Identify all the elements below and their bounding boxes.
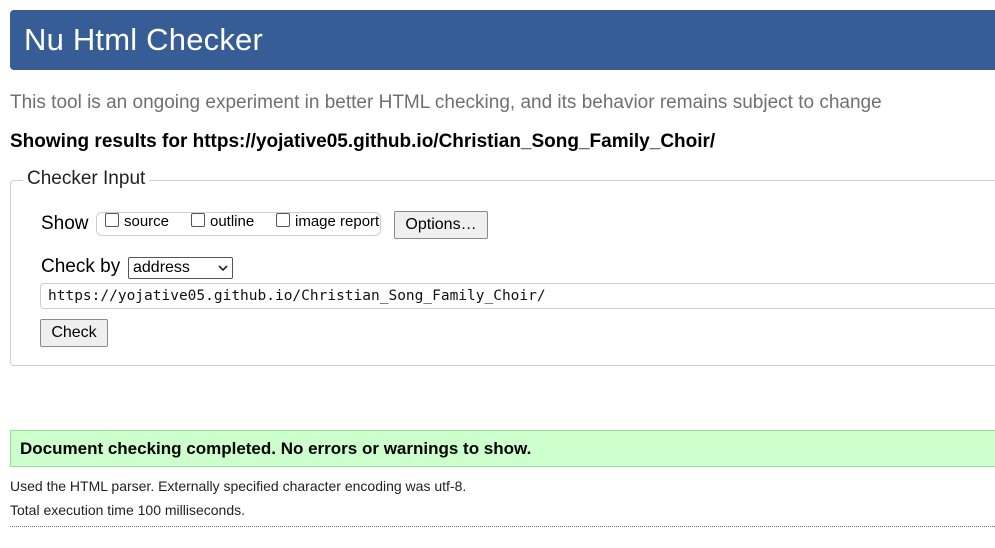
- check-button[interactable]: Check: [40, 319, 108, 347]
- check-by-select[interactable]: address: [128, 257, 233, 279]
- source-label: source: [124, 213, 170, 230]
- outline-label: outline: [210, 213, 255, 230]
- options-button[interactable]: Options…: [394, 211, 488, 239]
- source-checkbox[interactable]: [105, 212, 119, 227]
- image-report-label: image report: [295, 213, 380, 230]
- show-source-option[interactable]: source: [105, 212, 170, 230]
- tool-notice: This tool is an ongoing experiment in be…: [10, 92, 882, 113]
- url-input[interactable]: https://yojative05.github.io/Christian_S…: [40, 283, 995, 309]
- execution-time-info: Total execution time 100 milliseconds.: [10, 502, 246, 518]
- show-image-report-option[interactable]: image report: [276, 212, 380, 230]
- result-success-message: Document checking completed. No errors o…: [10, 430, 995, 467]
- results-prefix: Showing results for: [10, 131, 193, 152]
- outline-checkbox[interactable]: [191, 212, 205, 227]
- image-report-checkbox[interactable]: [276, 212, 290, 227]
- divider: [10, 526, 995, 527]
- page-title[interactable]: Nu Html Checker: [24, 22, 263, 58]
- show-label: Show: [41, 213, 89, 234]
- page: Nu Html Checker This tool is an ongoing …: [0, 0, 995, 548]
- show-outline-option[interactable]: outline: [191, 212, 255, 230]
- checker-input-legend: Checker Input: [23, 168, 150, 190]
- results-heading: Showing results for https://yojative05.g…: [10, 131, 715, 153]
- check-by-value: address: [133, 259, 190, 276]
- results-url: https://yojative05.github.io/Christian_S…: [192, 131, 716, 152]
- header-bar: Nu Html Checker: [10, 10, 995, 70]
- chevron-down-icon: [218, 265, 228, 272]
- parser-info: Used the HTML parser. Externally specifi…: [10, 478, 467, 494]
- check-by-label: Check by: [41, 256, 121, 277]
